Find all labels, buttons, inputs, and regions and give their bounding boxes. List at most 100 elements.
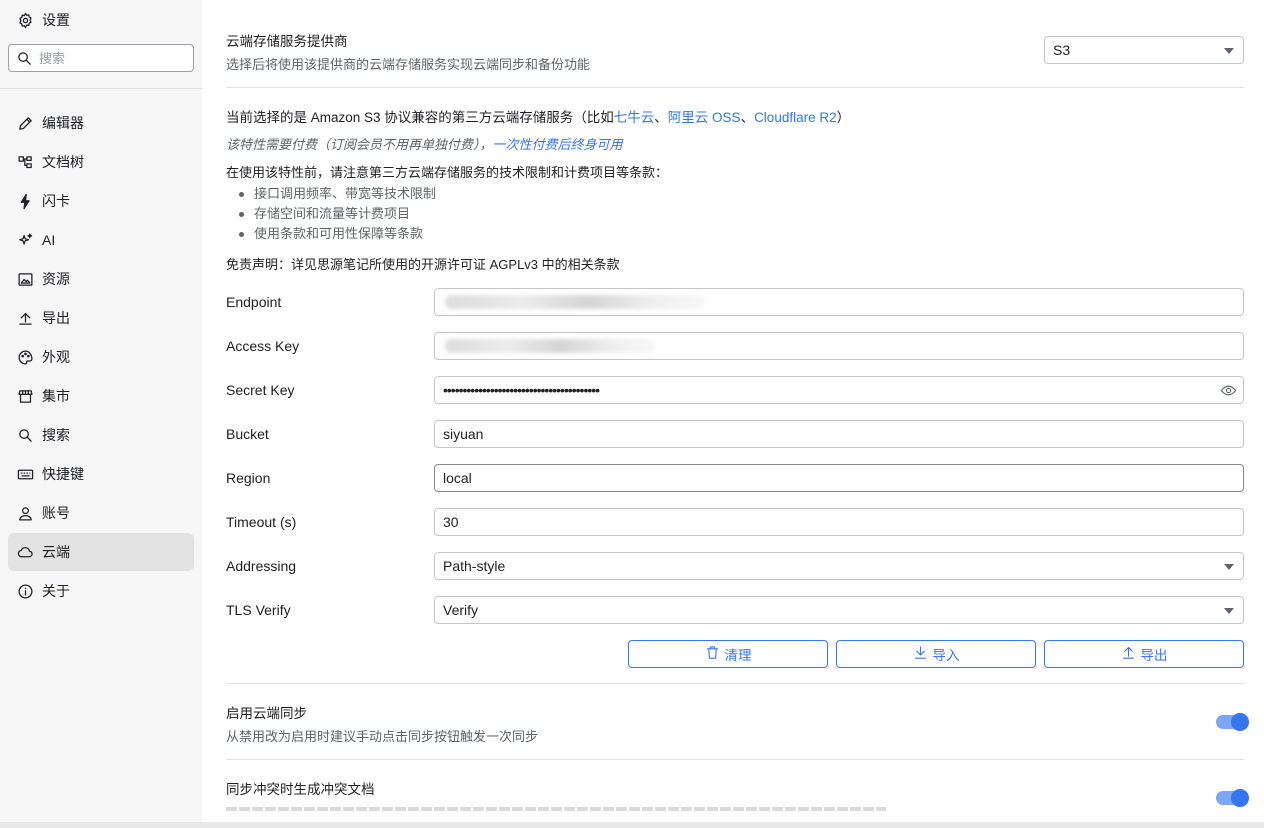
aliyun-oss-link[interactable]: 阿里云 OSS [668, 110, 741, 125]
list-item: 接口调用频率、带宽等技术限制 [236, 184, 436, 204]
sidebar-item-label: 闪卡 [42, 193, 70, 209]
sync-toggle[interactable] [1216, 713, 1249, 731]
purge-button[interactable]: 清理 [628, 640, 828, 668]
sidebar-item-about[interactable]: 关于 [8, 572, 194, 610]
tls-verify-value: Verify [443, 602, 479, 618]
conflict-desc-clipped [226, 803, 886, 813]
sidebar-item-editor[interactable]: 编辑器 [8, 104, 194, 142]
sparkle-icon [8, 232, 42, 249]
image-icon [8, 271, 42, 288]
access-key-field[interactable] [434, 332, 1244, 360]
sidebar-item-keymap[interactable]: 快捷键 [8, 455, 194, 493]
bucket-label: Bucket [226, 426, 269, 442]
conflict-title: 同步冲突时生成冲突文档 [226, 782, 375, 797]
qiniu-link[interactable]: 七牛云 [614, 110, 655, 125]
purge-button-label: 清理 [724, 648, 752, 663]
sidebar-search[interactable] [8, 44, 194, 72]
secret-key-field[interactable]: •••••••••••••••••••••••••••••••••••••••• [434, 376, 1244, 404]
sidebar-item-export[interactable]: 导出 [8, 299, 194, 337]
cloud-settings-panel: 云端存储服务提供商 选择后将使用该提供商的云端存储服务实现云端同步和备份功能 S… [202, 0, 1264, 822]
timeout-field[interactable]: 30 [434, 508, 1244, 536]
keyboard-icon [8, 466, 42, 483]
provider-info: 当前选择的是 Amazon S3 协议兼容的第三方云端存储服务（比如七牛云、阿里… [226, 106, 850, 126]
addressing-value: Path-style [443, 558, 506, 574]
cloudflare-r2-link[interactable]: Cloudflare R2 [754, 110, 837, 125]
gear-icon [8, 12, 42, 29]
store-icon [8, 388, 42, 405]
export-button[interactable]: 导出 [1044, 640, 1244, 668]
sidebar-item-filetree[interactable]: 文档树 [8, 143, 194, 181]
sidebar-item-assets[interactable]: 资源 [8, 260, 194, 298]
region-field[interactable]: local [434, 464, 1244, 492]
redacted-value [445, 295, 705, 309]
addressing-select[interactable]: Path-style [434, 552, 1244, 580]
upload-icon [1121, 645, 1136, 663]
sidebar-item-bazaar[interactable]: 集市 [8, 377, 194, 415]
provider-title: 云端存储服务提供商 [226, 34, 348, 49]
provider-select-value: S3 [1053, 42, 1071, 58]
sidebar-item-label: 集市 [42, 388, 70, 404]
tree-icon [8, 154, 42, 171]
sidebar-search-input[interactable] [39, 50, 179, 66]
pencil-icon [8, 115, 42, 132]
sync-title: 启用云端同步 [226, 706, 307, 721]
separator: 、 [740, 110, 755, 125]
sidebar-item-label: 导出 [42, 310, 70, 326]
endpoint-label: Endpoint [226, 294, 282, 310]
region-label: Region [226, 470, 271, 486]
palette-icon [8, 349, 42, 366]
sidebar-item-label: 文档树 [42, 154, 84, 170]
endpoint-field[interactable] [434, 288, 1244, 316]
settings-nav: 编辑器 文档树 闪卡 AI 资源 导出 外观 集市 搜索 快捷键 账号 云端 关… [8, 104, 194, 611]
user-icon [8, 505, 42, 522]
import-button[interactable]: 导入 [836, 640, 1036, 668]
sidebar-item-label: 关于 [42, 583, 70, 599]
list-item: 存储空间和流量等计费项目 [236, 204, 436, 224]
tls-verify-label: TLS Verify [226, 602, 291, 618]
secret-key-value: •••••••••••••••••••••••••••••••••••••••• [443, 382, 600, 398]
divider [226, 683, 1244, 684]
toggle-knob [1231, 789, 1249, 807]
provider-desc: 选择后将使用该提供商的云端存储服务实现云端同步和备份功能 [226, 57, 591, 72]
conflict-toggle[interactable] [1216, 789, 1249, 807]
bucket-field[interactable]: siyuan [434, 420, 1244, 448]
eye-icon[interactable] [1220, 382, 1237, 402]
sidebar-item-label: 资源 [42, 271, 70, 287]
access-key-label: Access Key [226, 338, 300, 354]
timeout-value: 30 [443, 514, 459, 530]
settings-header: 设置 [8, 6, 194, 34]
provider-select[interactable]: S3 [1044, 36, 1244, 64]
separator: 、 [654, 110, 668, 125]
sidebar-item-label: 账号 [42, 505, 70, 521]
download-icon [913, 645, 928, 663]
sidebar-item-ai[interactable]: AI [8, 221, 194, 259]
chevron-down-icon [1224, 48, 1234, 54]
lightning-icon [8, 193, 42, 210]
one-time-payment-link[interactable]: 一次性付费后终身可用 [493, 137, 623, 152]
sidebar-item-appearance[interactable]: 外观 [8, 338, 194, 376]
divider [226, 759, 1244, 760]
trash-icon [705, 645, 720, 663]
sidebar-item-label: 编辑器 [42, 115, 84, 131]
chevron-down-icon [1224, 608, 1234, 614]
bucket-value: siyuan [443, 426, 484, 442]
timeout-label: Timeout (s) [226, 514, 297, 530]
toggle-knob [1231, 713, 1249, 731]
divider [226, 87, 1244, 88]
sidebar-item-account[interactable]: 账号 [8, 494, 194, 532]
notice-list: 接口调用频率、带宽等技术限制 存储空间和流量等计费项目 使用条款和可用性保障等条… [236, 184, 436, 244]
info-icon [8, 583, 42, 600]
sidebar-item-label: 搜索 [42, 427, 70, 443]
settings-window: 设置 编辑器 文档树 闪卡 AI [0, 0, 1264, 822]
chevron-down-icon [1224, 564, 1234, 570]
sync-desc: 从禁用改为启用时建议手动点击同步按钮触发一次同步 [226, 729, 539, 744]
tls-verify-select[interactable]: Verify [434, 596, 1244, 624]
sidebar-item-flashcard[interactable]: 闪卡 [8, 182, 194, 220]
sidebar-item-label: 外观 [42, 349, 70, 365]
sidebar-item-cloud[interactable]: 云端 [8, 533, 194, 571]
search-icon [9, 50, 39, 67]
sidebar-item-label: 快捷键 [42, 466, 84, 482]
search-icon [8, 427, 42, 444]
sidebar-divider [0, 88, 202, 89]
sidebar-item-search[interactable]: 搜索 [8, 416, 194, 454]
